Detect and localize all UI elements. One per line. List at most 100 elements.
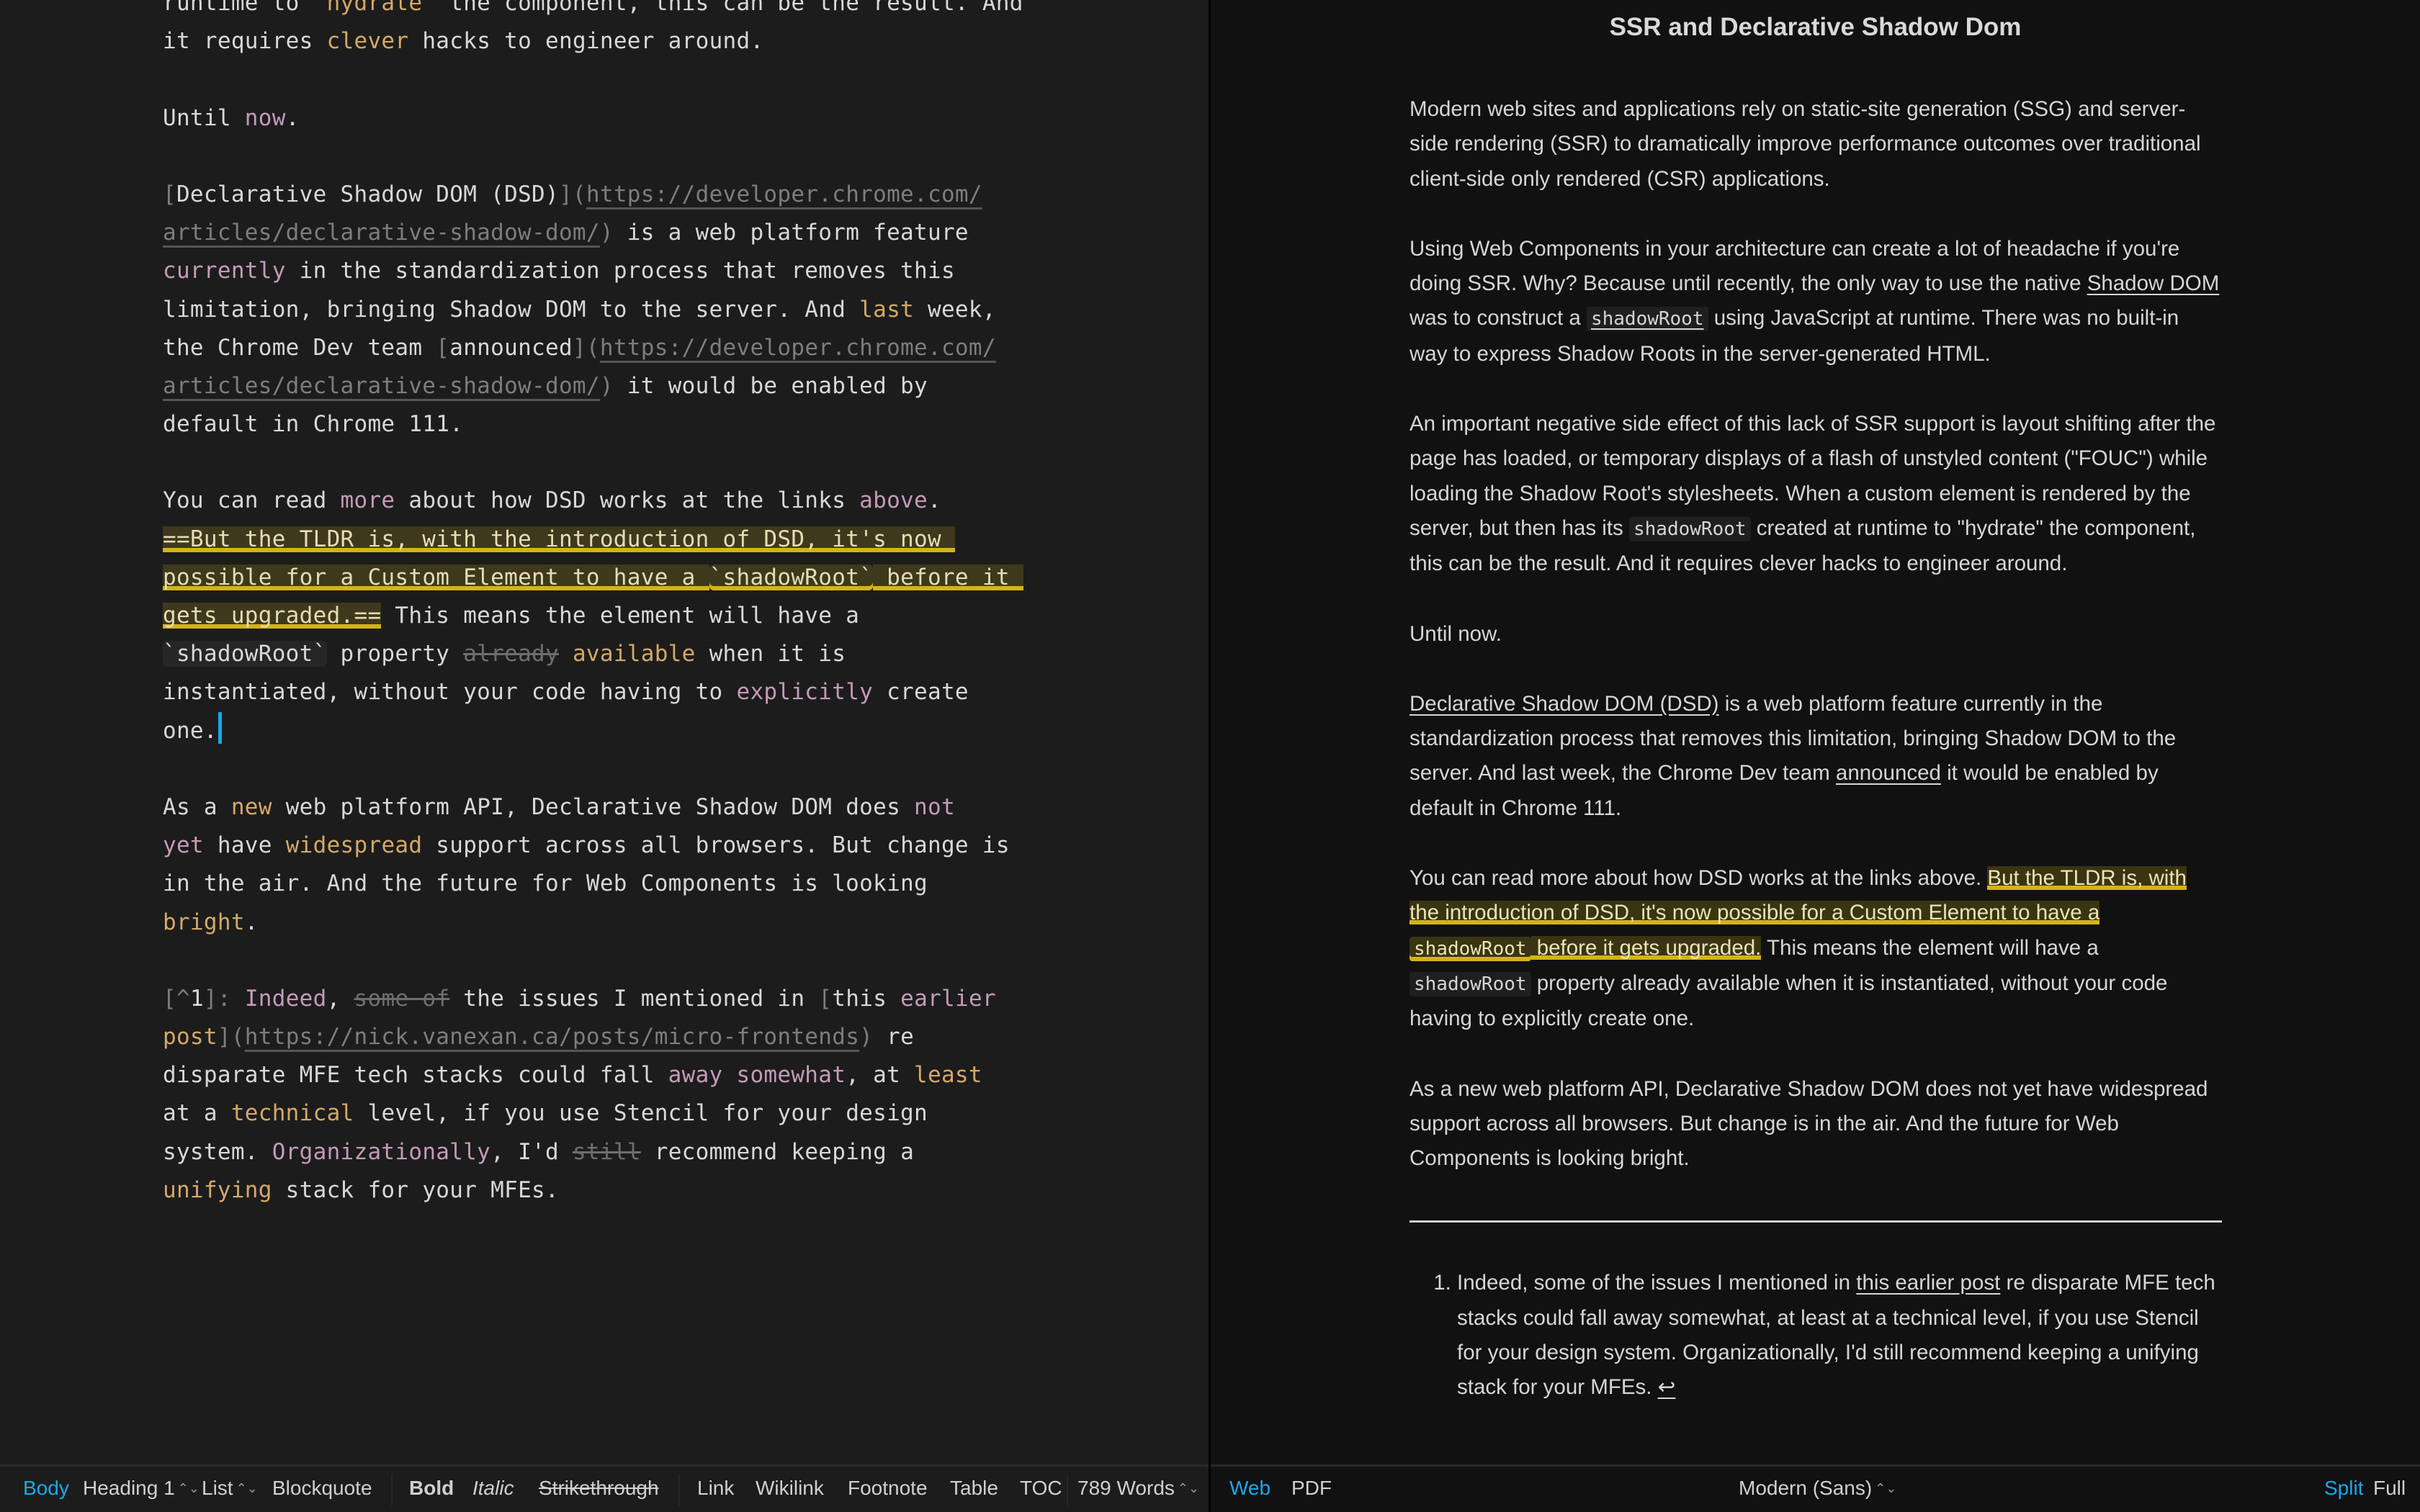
editor-line[interactable]: instantiated, without your code having t… — [163, 673, 1063, 711]
editor-line[interactable]: runtime to "hydrate" the component, this… — [163, 0, 1063, 22]
dsd-link[interactable]: Declarative Shadow DOM (DSD) — [1410, 692, 1719, 716]
editor-line[interactable]: disparate MFE tech stacks could fall awa… — [163, 1056, 1063, 1094]
editor-text-run: re — [873, 1024, 915, 1050]
updown-chevron-icon: ⌃⌄ — [1875, 1481, 1897, 1495]
editor-line[interactable] — [163, 444, 1063, 482]
emphasis-word: last — [859, 296, 915, 323]
editor-text-run: property — [326, 641, 464, 667]
editor-line[interactable] — [163, 942, 1063, 980]
editor-line[interactable]: post](https://nick.vanexan.ca/posts/micr… — [163, 1018, 1063, 1056]
link-url[interactable]: https://developer.chrome.com/ — [586, 181, 982, 207]
editor-line[interactable]: bright. — [163, 904, 1063, 942]
body-style-button[interactable]: Body — [23, 1477, 69, 1500]
markdown-syntax: [ — [163, 181, 176, 207]
list-dropdown[interactable]: List ⌃⌄ — [202, 1477, 258, 1500]
editor-text-run: runtime to " — [163, 0, 327, 16]
editor-line[interactable] — [163, 750, 1063, 788]
editor-text-run: at a — [163, 1100, 231, 1127]
editor-line[interactable]: Until now. — [163, 99, 1063, 138]
editor-line[interactable]: As a new web platform API, Declarative S… — [163, 788, 1063, 827]
link-url[interactable]: articles/declarative-shadow-dom/ — [163, 373, 600, 399]
editor-text-run: web platform API, Declarative Shadow DOM… — [272, 793, 915, 820]
editor-text-run: the Chrome Dev team — [163, 334, 436, 361]
emphasis-word: more — [340, 487, 395, 514]
footnote-button[interactable]: Footnote — [848, 1477, 928, 1500]
editor-text-run: in the standardization process that remo… — [285, 258, 955, 284]
paragraph-6: You can read more about how DSD works at… — [1410, 861, 2222, 1036]
footnote-backref-icon[interactable]: ↩ — [1658, 1375, 1676, 1399]
editor-line[interactable]: one. — [163, 711, 1063, 750]
editor-line[interactable]: unifying stack for your MFEs. — [163, 1171, 1063, 1210]
toc-button[interactable]: TOC — [1020, 1477, 1062, 1500]
wikilink-button[interactable]: Wikilink — [756, 1477, 824, 1500]
editor-line[interactable]: [Declarative Shadow DOM (DSD)](https://d… — [163, 176, 1063, 214]
paragraph-5: Declarative Shadow DOM (DSD) is a web pl… — [1410, 687, 2222, 826]
editor-text-run: Until — [163, 104, 245, 131]
shadow-dom-link[interactable]: Shadow DOM — [2087, 271, 2220, 295]
full-view-button[interactable]: Full — [2373, 1477, 2406, 1500]
editor-text-run: Declarative Shadow DOM (DSD) — [176, 181, 559, 207]
editor-line[interactable] — [163, 138, 1063, 176]
strikethrough-button[interactable]: Strikethrough — [539, 1477, 659, 1500]
emphasis-word: bright — [163, 909, 245, 935]
bold-button[interactable]: Bold — [409, 1477, 454, 1500]
web-preview-button[interactable]: Web — [1229, 1477, 1270, 1500]
editor-text-run: when it is — [695, 641, 846, 667]
editor-line[interactable]: it requires clever hacks to engineer aro… — [163, 22, 1063, 60]
updown-chevron-icon: ⌃⌄ — [177, 1481, 200, 1495]
editor-line[interactable]: You can read more about how DSD works at… — [163, 482, 1063, 520]
editor-line[interactable]: ==But the TLDR is, with the introduction… — [163, 521, 1063, 559]
editor-text-run: it would be enabled by — [613, 372, 928, 399]
earlier-post-link[interactable]: this earlier post — [1856, 1271, 2000, 1295]
markdown-syntax: ]( — [558, 181, 586, 207]
inline-code: shadowRoot — [1410, 971, 1531, 996]
editor-text-run: stack for your MFEs. — [272, 1176, 559, 1203]
emphasis-word: new — [230, 793, 272, 820]
pdf-preview-button[interactable]: PDF — [1291, 1477, 1332, 1500]
editor-text[interactable]: runtime to "hydrate" the component, this… — [163, 0, 1063, 1210]
preview-toolbar: Web PDF Modern (Sans) ⌃⌄ Split Full — [1211, 1464, 2420, 1512]
table-button[interactable]: Table — [950, 1477, 998, 1500]
link-button[interactable]: Link — [697, 1477, 734, 1500]
editor-line[interactable]: at a technical level, if you use Stencil… — [163, 1094, 1063, 1133]
highlighted-text: possible — [163, 564, 272, 590]
emphasis-word: now — [244, 104, 286, 131]
editor-line[interactable]: possible for a Custom Element to have a … — [163, 559, 1063, 597]
markdown-syntax: ]( — [572, 334, 600, 361]
editor-line[interactable]: yet have widespread support across all b… — [163, 827, 1063, 865]
editor-line[interactable]: `shadowRoot` property already available … — [163, 635, 1063, 673]
editor-line[interactable]: articles/declarative-shadow-dom/) is a w… — [163, 214, 1063, 252]
heading-label: Heading 1 — [83, 1477, 175, 1499]
footnotes-list: Indeed, some of the issues I mentioned i… — [1410, 1266, 2222, 1405]
word-count-dropdown[interactable]: 789 Words ⌃⌄ — [1077, 1477, 1199, 1500]
announced-link[interactable]: announced — [1836, 761, 1941, 785]
editor-line[interactable]: limitation, bringing Shadow DOM to the s… — [163, 291, 1063, 329]
editor-line[interactable]: gets upgraded.== This means the element … — [163, 597, 1063, 635]
editor-line[interactable]: the Chrome Dev team [announced](https://… — [163, 329, 1063, 367]
link-url[interactable]: https://developer.chrome.com/ — [600, 335, 996, 361]
blockquote-button[interactable]: Blockquote — [272, 1477, 372, 1500]
editor-line[interactable]: default in Chrome 111. — [163, 405, 1063, 444]
editor-line[interactable]: system. Organizationally, I'd still reco… — [163, 1133, 1063, 1171]
link-url[interactable]: https://nick.vanexan.ca/posts/micro-fron… — [245, 1024, 859, 1050]
editor-line[interactable]: in the air. And the future for Web Compo… — [163, 865, 1063, 903]
editor-line[interactable]: articles/declarative-shadow-dom/) it wou… — [163, 367, 1063, 405]
editor-line[interactable]: [^1]: Indeed, some of the issues I menti… — [163, 980, 1063, 1018]
markdown-editor[interactable]: runtime to "hydrate" the component, this… — [0, 0, 1209, 1464]
editor-text-run: about how DSD works at the links — [395, 487, 860, 514]
link-url[interactable]: articles/declarative-shadow-dom/ — [163, 220, 600, 246]
inline-code[interactable]: shadowRoot — [1586, 307, 1708, 332]
editor-text-run: . — [285, 104, 300, 131]
editor-text-run: create — [873, 679, 969, 706]
markdown-syntax: [ — [436, 334, 450, 361]
editor-text-run: , I'd — [490, 1138, 573, 1165]
editor-line[interactable] — [163, 60, 1063, 99]
font-style-dropdown[interactable]: Modern (Sans) ⌃⌄ — [1739, 1477, 1896, 1500]
editor-text-run: 1 — [189, 985, 204, 1012]
editor-text-run: week, — [914, 296, 996, 323]
italic-button[interactable]: Italic — [472, 1477, 514, 1500]
heading-dropdown[interactable]: Heading 1 ⌃⌄ — [83, 1477, 200, 1500]
editor-line[interactable]: currently in the standardization process… — [163, 252, 1063, 290]
editor-text-run — [559, 641, 573, 667]
split-view-button[interactable]: Split — [2324, 1477, 2363, 1500]
